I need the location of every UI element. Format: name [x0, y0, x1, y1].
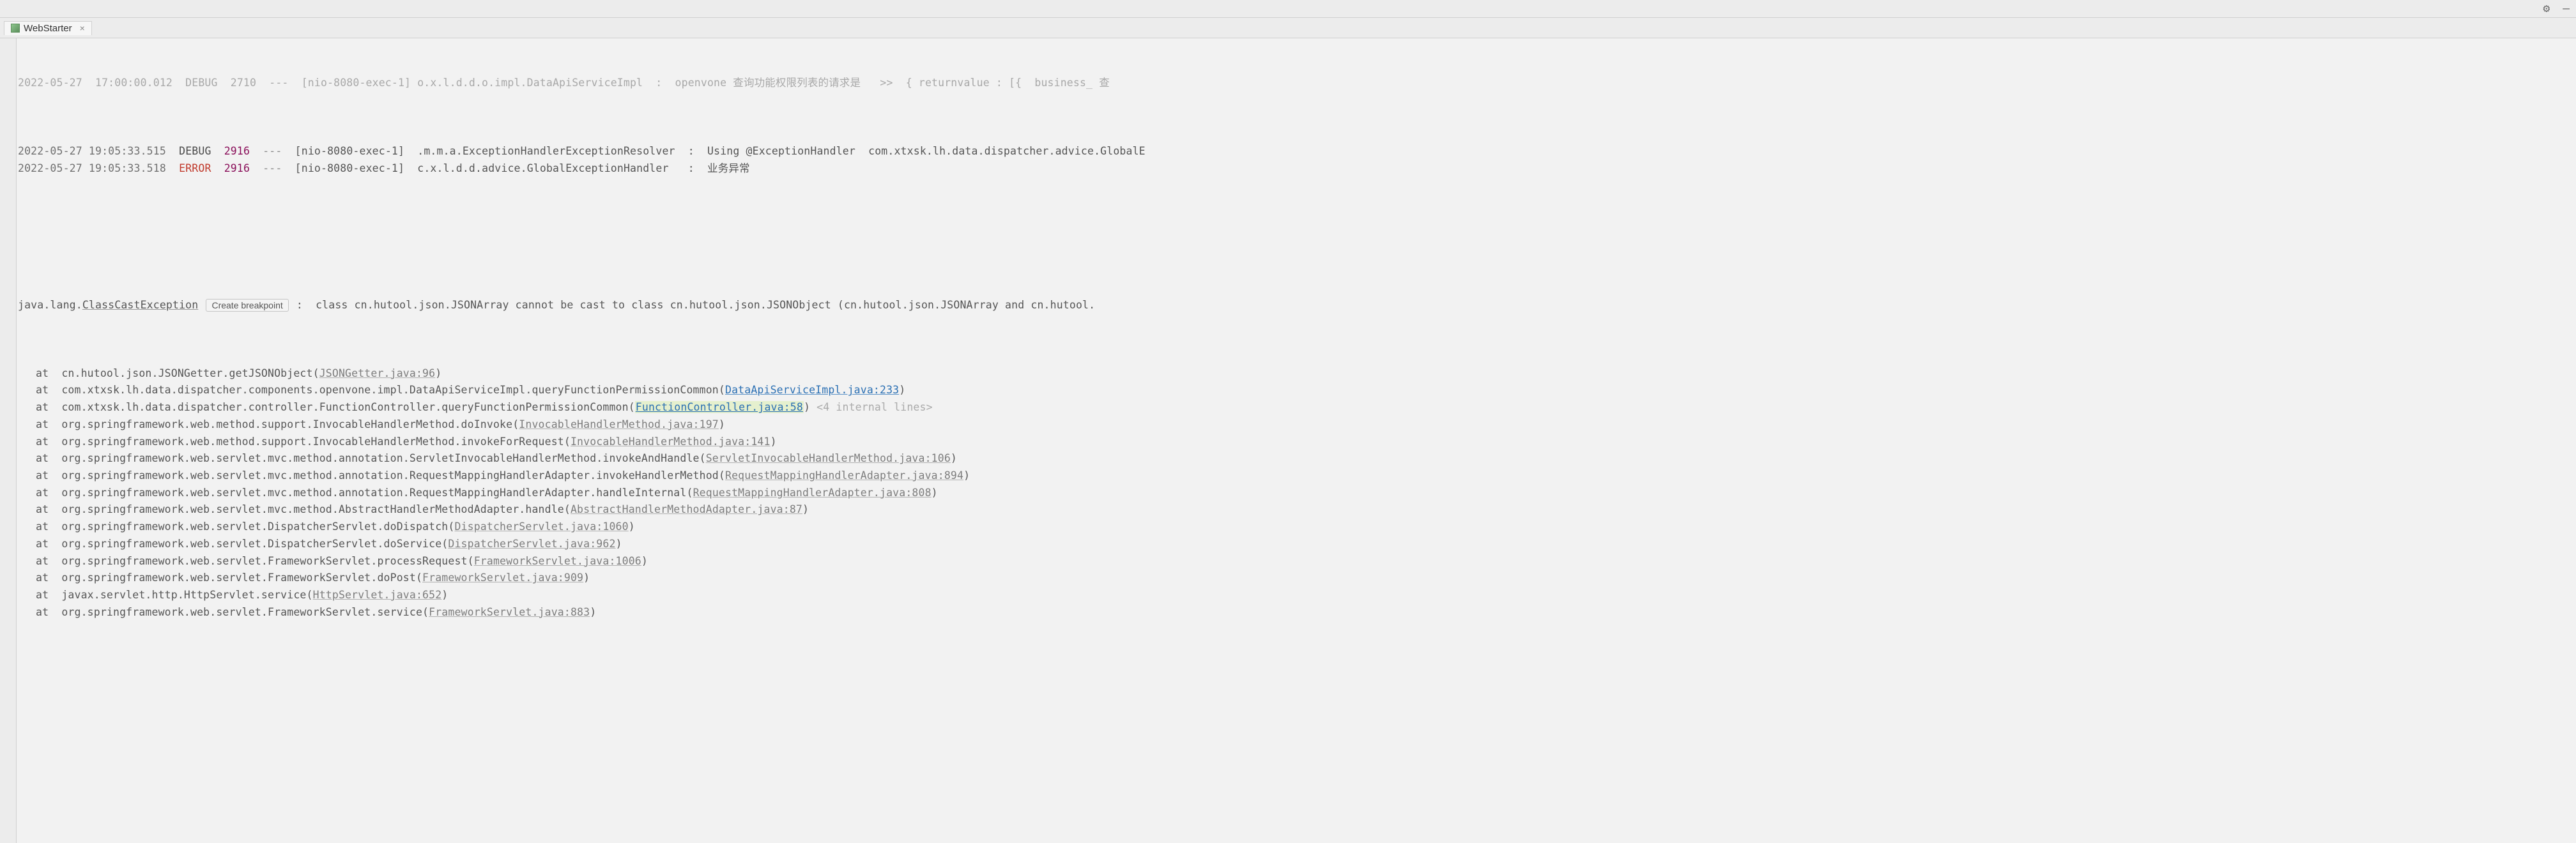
source-link[interactable]: DataApiServiceImpl.java:233 — [725, 384, 899, 396]
close-icon[interactable]: × — [80, 23, 85, 33]
console-gutter — [0, 38, 17, 843]
log-logger: c.x.l.d.d.advice.GlobalExceptionHandler — [417, 162, 675, 174]
log-line: 2022-05-27 19:05:33.515 DEBUG 2916 --- [… — [18, 143, 2576, 160]
stack-frame: at org.springframework.web.method.suppor… — [18, 434, 2576, 451]
stack-text: at org.springframework.web.servlet.Frame… — [36, 606, 429, 618]
log-message: Using @ExceptionHandler com.xtxsk.lh.dat… — [707, 145, 1146, 157]
stack-frame: at com.xtxsk.lh.data.dispatcher.componen… — [18, 382, 2576, 399]
source-link[interactable]: RequestMappingHandlerAdapter.java:808 — [693, 487, 931, 499]
source-link[interactable]: JSONGetter.java:96 — [319, 367, 436, 379]
source-link[interactable]: InvocableHandlerMethod.java:141 — [571, 436, 770, 448]
stack-text: at org.springframework.web.servlet.mvc.m… — [36, 452, 706, 464]
stack-text: at org.springframework.web.method.suppor… — [36, 418, 519, 430]
exception-message: : class cn.hutool.json.JSONArray cannot … — [290, 299, 1095, 311]
source-link[interactable]: DispatcherServlet.java:1060 — [454, 520, 628, 533]
log-sep: --- — [263, 162, 282, 174]
source-link[interactable]: FrameworkServlet.java:1006 — [474, 555, 641, 567]
collapsed-frames-toggle[interactable]: <4 internal lines> — [816, 401, 933, 413]
stack-text: at cn.hutool.json.JSONGetter.getJSONObje… — [36, 367, 319, 379]
log-timestamp: 2022-05-27 19:05:33.515 — [18, 145, 166, 157]
exception-class[interactable]: ClassCastException — [82, 299, 199, 311]
stack-text: at com.xtxsk.lh.data.dispatcher.componen… — [36, 384, 725, 396]
stack-frame: at org.springframework.web.servlet.Frame… — [18, 604, 2576, 621]
log-thread: [nio-8080-exec-1] — [295, 162, 404, 174]
source-link[interactable]: ServletInvocableHandlerMethod.java:106 — [706, 452, 951, 464]
stack-frame: at org.springframework.web.servlet.Dispa… — [18, 519, 2576, 536]
stack-text: at org.springframework.web.servlet.mvc.m… — [36, 503, 571, 515]
log-line: 2022-05-27 19:05:33.518 ERROR 2916 --- [… — [18, 160, 2576, 178]
stack-text: at javax.servlet.http.HttpServlet.servic… — [36, 589, 313, 601]
source-link[interactable]: FrameworkServlet.java:883 — [429, 606, 590, 618]
tab-title: WebStarter — [24, 23, 72, 34]
log-pid: 2916 — [224, 145, 250, 157]
log-logger: .m.m.a.ExceptionHandlerExceptionResolver — [417, 145, 675, 157]
stack-text: at org.springframework.web.servlet.mvc.m… — [36, 487, 693, 499]
stack-text: at com.xtxsk.lh.data.dispatcher.controll… — [36, 401, 635, 413]
source-link[interactable]: FrameworkServlet.java:909 — [422, 572, 583, 584]
create-breakpoint-button[interactable]: Create breakpoint — [206, 299, 288, 312]
stack-text: at org.springframework.web.servlet.Dispa… — [36, 520, 454, 533]
log-level: ERROR — [179, 162, 211, 174]
window-top-bar: ⚙ — — [0, 0, 2576, 18]
stack-frame: at org.springframework.web.servlet.mvc.m… — [18, 450, 2576, 467]
run-config-icon — [11, 24, 20, 33]
stack-frame: at org.springframework.web.servlet.Frame… — [18, 570, 2576, 587]
stack-frame: at com.xtxsk.lh.data.dispatcher.controll… — [18, 399, 2576, 416]
stack-frame: at org.springframework.web.servlet.Frame… — [18, 553, 2576, 570]
exception-package: java.lang. — [18, 299, 82, 311]
minimize-icon[interactable]: — — [2563, 2, 2570, 15]
stack-frame: at org.springframework.web.method.suppor… — [18, 416, 2576, 434]
source-link[interactable]: InvocableHandlerMethod.java:197 — [519, 418, 719, 430]
exception-line: java.lang.ClassCastException Create brea… — [18, 297, 2576, 314]
stack-text: at org.springframework.web.servlet.mvc.m… — [36, 469, 725, 482]
blank-line — [18, 229, 2576, 246]
source-link[interactable]: FunctionController.java:58 — [635, 401, 804, 413]
tab-webstarter[interactable]: WebStarter × — [4, 21, 92, 35]
stack-text: at org.springframework.web.servlet.Dispa… — [36, 538, 448, 550]
log-line-partial: 2022-05-27 17:00:00.012 DEBUG 2710 --- [… — [18, 75, 2576, 92]
log-message: 业务异常 — [707, 162, 750, 174]
gear-icon[interactable]: ⚙ — [2543, 2, 2550, 15]
log-pid: 2916 — [224, 162, 250, 174]
stack-text: at org.springframework.web.servlet.Frame… — [36, 555, 474, 567]
source-link[interactable]: DispatcherServlet.java:962 — [448, 538, 615, 550]
source-link[interactable]: RequestMappingHandlerAdapter.java:894 — [725, 469, 963, 482]
stack-frame: at cn.hutool.json.JSONGetter.getJSONObje… — [18, 365, 2576, 383]
tab-bar: WebStarter × — [0, 18, 2576, 38]
log-level: DEBUG — [179, 145, 211, 157]
log-sep: --- — [263, 145, 282, 157]
stack-frame: at org.springframework.web.servlet.Dispa… — [18, 536, 2576, 553]
stack-frame: at org.springframework.web.servlet.mvc.m… — [18, 467, 2576, 485]
source-link[interactable]: HttpServlet.java:652 — [313, 589, 442, 601]
stack-frame: at javax.servlet.http.HttpServlet.servic… — [18, 587, 2576, 604]
source-link[interactable]: AbstractHandlerMethodAdapter.java:87 — [571, 503, 802, 515]
log-timestamp: 2022-05-27 19:05:33.518 — [18, 162, 166, 174]
stack-text: at org.springframework.web.method.suppor… — [36, 436, 571, 448]
console-output[interactable]: 2022-05-27 17:00:00.012 DEBUG 2710 --- [… — [18, 41, 2576, 638]
stack-text: at org.springframework.web.servlet.Frame… — [36, 572, 422, 584]
stack-frame: at org.springframework.web.servlet.mvc.m… — [18, 501, 2576, 519]
stack-frame: at org.springframework.web.servlet.mvc.m… — [18, 485, 2576, 502]
log-thread: [nio-8080-exec-1] — [295, 145, 404, 157]
